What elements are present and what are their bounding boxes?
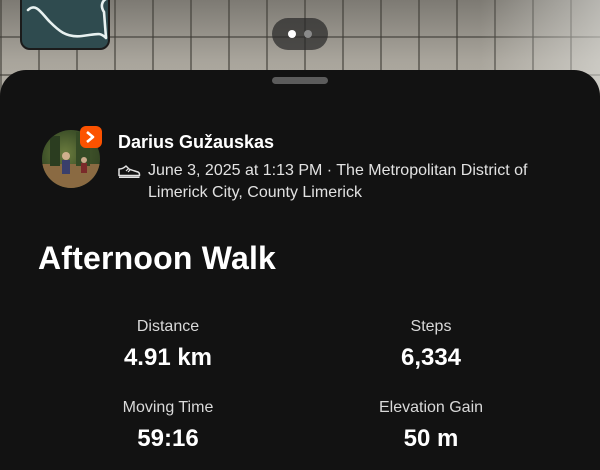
activity-title: Afternoon Walk	[38, 240, 277, 276]
activity-sheet: Darius Gužauskas June 3, 2025 at 1:13 PM…	[0, 70, 600, 470]
stat-moving-time: Moving Time 59:16	[48, 399, 288, 453]
route-map-thumbnail[interactable]	[20, 0, 110, 50]
photo-pager[interactable]	[272, 18, 328, 50]
pager-dot-active[interactable]	[288, 30, 296, 38]
activity-date-location: June 3, 2025 at 1:13 PM · The Metropolit…	[148, 162, 528, 201]
shoe-icon	[118, 165, 141, 179]
route-line-icon	[26, 0, 108, 40]
stat-value: 6,334	[400, 344, 462, 371]
athlete-name[interactable]: Darius Gužauskas	[118, 132, 274, 153]
stat-label: Steps	[410, 318, 452, 335]
stat-value: 59:16	[137, 425, 199, 452]
stat-elevation-gain: Elevation Gain 50 m	[311, 399, 551, 453]
stat-label: Moving Time	[122, 399, 214, 416]
athlete-avatar[interactable]	[42, 126, 102, 190]
pager-dot[interactable]	[304, 30, 312, 38]
app-badge-icon	[80, 126, 102, 148]
stat-label: Distance	[136, 318, 200, 335]
stat-value: 50 m	[403, 425, 459, 452]
stat-value: 4.91 km	[123, 344, 213, 371]
drag-handle[interactable]	[272, 77, 328, 84]
stat-distance: Distance 4.91 km	[48, 318, 288, 372]
stat-steps: Steps 6,334	[311, 318, 551, 372]
stat-label: Elevation Gain	[378, 399, 484, 416]
